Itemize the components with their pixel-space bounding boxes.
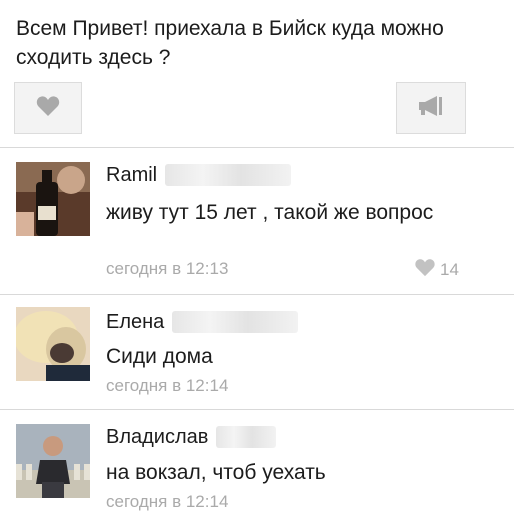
comment-text: Сиди дома [106,345,213,368]
like-button[interactable] [14,82,82,134]
comment-author[interactable]: Ramil [106,164,157,187]
comment-time: сегодня в 12:14 [106,376,229,395]
share-button[interactable] [396,82,466,134]
divider [0,147,514,148]
redacted-surname [165,164,292,186]
comment-author-row: Владислав [106,424,277,450]
avatar[interactable] [16,162,90,236]
post-text: Всем Привет! приехала в Бийск куда можно… [16,17,444,69]
comment-likes[interactable]: 14 [414,258,459,282]
comment-author-row: Ramil [106,162,292,188]
likes-count: 14 [440,260,459,279]
redacted-surname [216,426,277,448]
comment-author[interactable]: Владислав [106,426,208,449]
avatar[interactable] [16,307,90,381]
megaphone-icon [417,95,445,122]
redacted-surname [172,311,299,333]
comment-text: на вокзал, чтоб уехать [106,461,326,484]
comment-author[interactable]: Елена [106,311,164,334]
comment-author-row: Елена [106,309,299,335]
heart-icon [36,95,60,122]
divider [0,409,514,410]
avatar[interactable] [16,424,90,498]
divider [0,294,514,295]
comment-text: живу тут 15 лет , такой же вопрос [106,201,434,224]
comment-time: сегодня в 12:14 [106,492,229,511]
heart-icon [414,258,436,282]
comment-time: сегодня в 12:13 [106,259,229,278]
